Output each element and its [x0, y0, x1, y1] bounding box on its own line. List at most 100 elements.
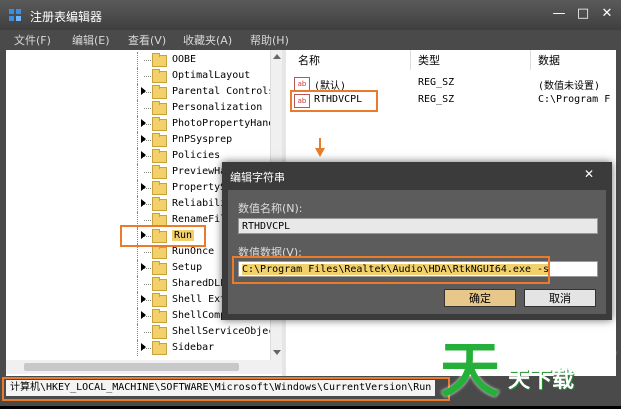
title-bar[interactable]: 注册表编辑器 — □ ✕ [0, 0, 621, 30]
tree-connector [137, 100, 139, 116]
dialog-title: 编辑字符串 [230, 171, 285, 184]
watermark-logo: 天 [440, 336, 500, 406]
highlight-rthdvcpl [290, 90, 378, 112]
scroll-down-icon[interactable] [273, 350, 281, 355]
tree-item-label: Policies [172, 150, 221, 161]
string-value-icon: ab [294, 77, 310, 91]
tree-connector [137, 340, 139, 356]
tree-item-label: Setup [172, 262, 203, 273]
tree-connector [137, 276, 139, 292]
minimize-button[interactable]: — [548, 5, 570, 23]
menu-bar: 文件(F) 编辑(E) 查看(V) 收藏夹(A) 帮助(H) [0, 30, 621, 48]
expand-arrow-icon[interactable] [141, 263, 146, 271]
tree-item[interactable]: Personalization [6, 100, 276, 116]
tree-item-label: PhotoPropertyHand [172, 118, 275, 129]
dialog-close-button[interactable]: ✕ [584, 167, 594, 181]
expand-arrow-icon[interactable] [141, 87, 146, 95]
folder-icon [152, 245, 167, 259]
tree-item-label: Parental Controls [172, 86, 275, 97]
folder-icon [152, 309, 167, 323]
expand-arrow-icon[interactable] [141, 343, 146, 351]
value-data: C:\Program F [538, 94, 611, 105]
menu-edit[interactable]: 编辑(E) [72, 32, 110, 48]
tree-connector [137, 132, 139, 148]
folder-icon [152, 69, 167, 83]
tree-connector [144, 60, 151, 61]
maximize-button[interactable]: □ [572, 5, 594, 23]
tree-item-label: OptimalLayout [172, 70, 251, 81]
folder-icon [152, 117, 167, 131]
tree-horizontal-scrollbar[interactable] [6, 360, 282, 374]
tree-item-label: Personalization [172, 102, 263, 113]
folder-icon [152, 101, 167, 115]
tree-connector [137, 148, 139, 164]
tree-item[interactable]: PhotoPropertyHand [6, 116, 276, 132]
menu-help[interactable]: 帮助(H) [250, 32, 289, 48]
tree-connector [137, 164, 139, 180]
tree-connector [144, 252, 151, 253]
tree-connector [144, 284, 151, 285]
value-name-label: 数值名称(N): [238, 202, 303, 215]
tree-item[interactable]: PnPSysprep [6, 132, 276, 148]
tree-item-label: RenameFil [172, 214, 227, 225]
window-title: 注册表编辑器 [30, 10, 103, 24]
tree-connector [137, 292, 139, 308]
value-type: REG_SZ [418, 94, 455, 105]
folder-icon [152, 277, 167, 291]
tree-item-label: PreviewHa [172, 166, 227, 177]
folder-icon [152, 85, 167, 99]
ok-button[interactable]: 确定 [444, 289, 516, 307]
menu-favorites[interactable]: 收藏夹(A) [183, 32, 232, 48]
expand-arrow-icon[interactable] [141, 295, 146, 303]
watermark-text: 天下载 [508, 368, 575, 393]
folder-icon [152, 53, 167, 67]
registry-editor-window: 注册表编辑器 — □ ✕ 文件(F) 编辑(E) 查看(V) 收藏夹(A) 帮助… [0, 0, 621, 406]
tree-item[interactable]: ShellServiceObjec [6, 324, 276, 340]
tree-connector [144, 332, 151, 333]
tree-item-label: PnPSysprep [172, 134, 233, 145]
tree-connector [137, 196, 139, 212]
folder-icon [152, 165, 167, 179]
column-name-header[interactable]: 名称 [298, 52, 320, 68]
menu-file[interactable]: 文件(F) [14, 32, 51, 48]
tree-item-label: Shell Ext [172, 294, 227, 305]
value-name-field: RTHDVCPL [238, 218, 598, 234]
scroll-thumb[interactable] [24, 363, 239, 371]
expand-arrow-icon[interactable] [141, 151, 146, 159]
column-separator[interactable] [410, 50, 411, 70]
tree-item-label: PropertyS [172, 182, 227, 193]
registry-app-icon [9, 9, 21, 21]
expand-arrow-icon[interactable] [141, 311, 146, 319]
highlight-status-path [2, 377, 450, 401]
column-data-header[interactable]: 数据 [538, 52, 560, 68]
tree-item-label: Sidebar [172, 342, 215, 353]
folder-icon [152, 261, 167, 275]
tree-item-label: OOBE [172, 54, 197, 65]
column-type-header[interactable]: 类型 [418, 52, 440, 68]
expand-arrow-icon[interactable] [141, 119, 146, 127]
column-separator[interactable] [530, 50, 531, 70]
tree-item[interactable]: Sidebar [6, 340, 276, 356]
folder-icon [152, 133, 167, 147]
close-button[interactable]: ✕ [596, 5, 618, 23]
arrow-down-icon [315, 138, 325, 157]
tree-item[interactable]: Parental Controls [6, 84, 276, 100]
tree-item-label: ShellServiceObjec [172, 326, 275, 337]
cancel-button[interactable]: 取消 [524, 289, 596, 307]
expand-arrow-icon[interactable] [141, 183, 146, 191]
tree-item[interactable]: OptimalLayout [6, 68, 276, 84]
folder-icon [152, 197, 167, 211]
tree-connector [137, 260, 139, 276]
menu-view[interactable]: 查看(V) [128, 32, 166, 48]
tree-connector [137, 84, 139, 100]
scroll-up-icon[interactable] [273, 54, 281, 59]
value-data: (数值未设置) [538, 81, 601, 92]
tree-item-label: Reliabili [172, 198, 227, 209]
expand-arrow-icon[interactable] [141, 135, 146, 143]
tree-item-label: ShellComp [172, 310, 227, 321]
tree-item[interactable]: OOBE [6, 52, 276, 68]
expand-arrow-icon[interactable] [141, 199, 146, 207]
highlight-run-key [120, 225, 206, 247]
value-type: REG_SZ [418, 77, 455, 88]
folder-icon [152, 325, 167, 339]
